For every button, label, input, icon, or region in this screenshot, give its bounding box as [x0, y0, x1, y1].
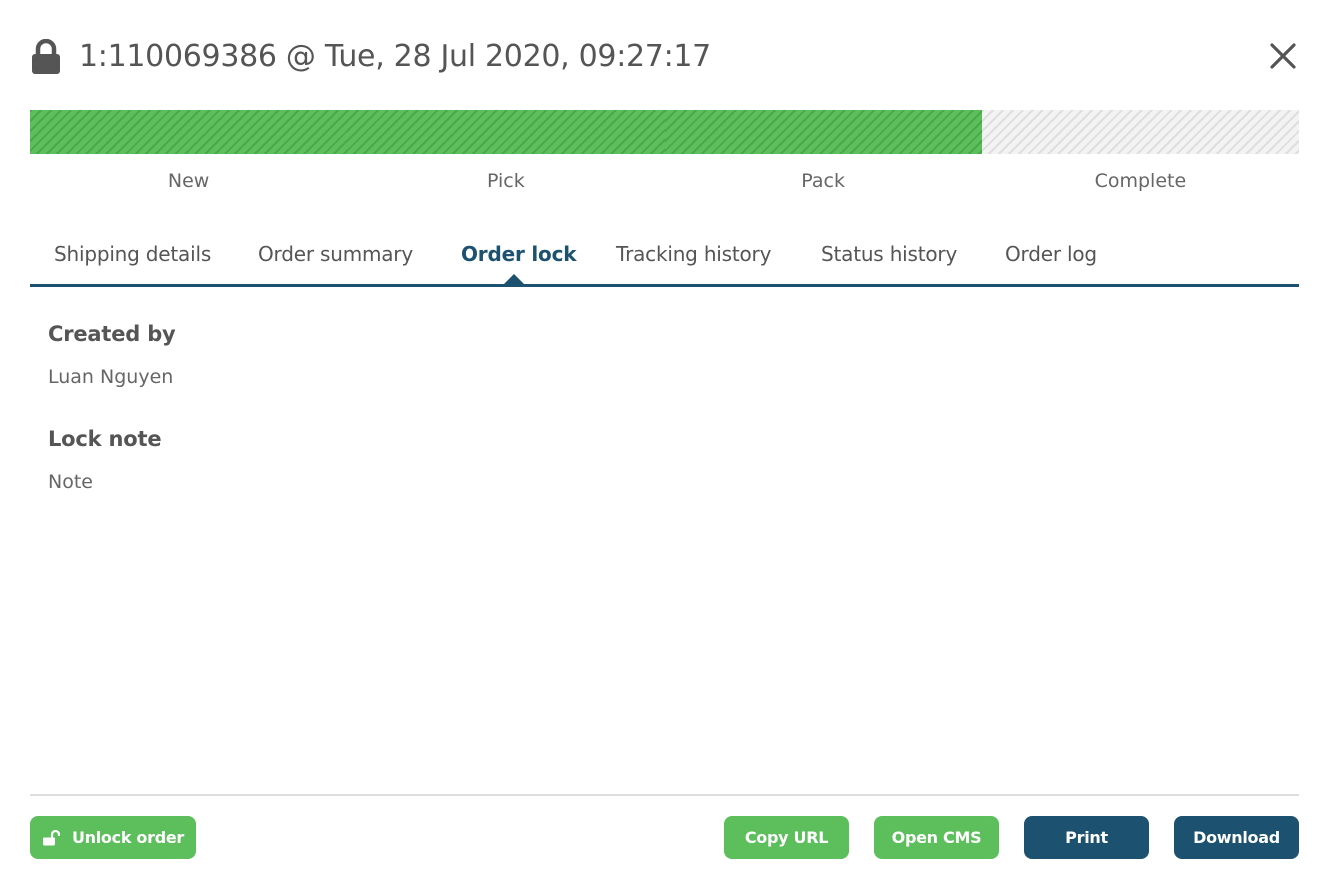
step-label-complete: Complete — [1094, 170, 1187, 192]
progress-segment-pick — [347, 110, 665, 154]
print-button[interactable]: Print — [1024, 816, 1149, 859]
tab-order-lock[interactable]: Order lock — [461, 238, 577, 270]
unlock-icon — [42, 829, 60, 845]
tab-underline — [30, 284, 1299, 287]
close-icon[interactable] — [1268, 41, 1298, 71]
tab-shipping-details[interactable]: Shipping details — [54, 238, 211, 270]
modal-header: 1:110069386 @ Tue, 28 Jul 2020, 09:27:17 — [30, 36, 1300, 78]
step-label-pick: Pick — [486, 170, 525, 192]
copy-url-button[interactable]: Copy URL — [724, 816, 849, 859]
step-label-new: New — [167, 170, 210, 192]
unlock-order-label: Unlock order — [71, 828, 185, 847]
order-progress-bar — [30, 110, 1299, 154]
progress-segment-new — [30, 110, 348, 154]
progress-steps: New Pick Pack Complete — [30, 168, 1299, 194]
tab-order-log[interactable]: Order log — [1005, 238, 1097, 270]
created-by-value: Luan Nguyen — [48, 366, 174, 388]
page-title: 1:110069386 @ Tue, 28 Jul 2020, 09:27:17 — [79, 39, 711, 74]
lock-note-value: Note — [48, 471, 93, 493]
lock-note-label: Lock note — [48, 427, 162, 451]
lock-icon — [32, 39, 60, 74]
tab-status-history[interactable]: Status history — [821, 238, 957, 270]
progress-segment-complete — [981, 110, 1299, 154]
active-tab-indicator — [504, 274, 524, 284]
open-cms-button[interactable]: Open CMS — [874, 816, 999, 859]
unlock-order-button[interactable]: Unlock order — [30, 816, 196, 859]
progress-segment-pack — [664, 110, 982, 154]
tab-tracking-history[interactable]: Tracking history — [616, 238, 771, 270]
tab-bar: Shipping details Order summary Order loc… — [30, 238, 1299, 284]
footer-divider — [30, 794, 1299, 796]
created-by-label: Created by — [48, 322, 176, 346]
step-label-pack: Pack — [801, 170, 845, 192]
tab-order-summary[interactable]: Order summary — [258, 238, 413, 270]
download-button[interactable]: Download — [1174, 816, 1299, 859]
